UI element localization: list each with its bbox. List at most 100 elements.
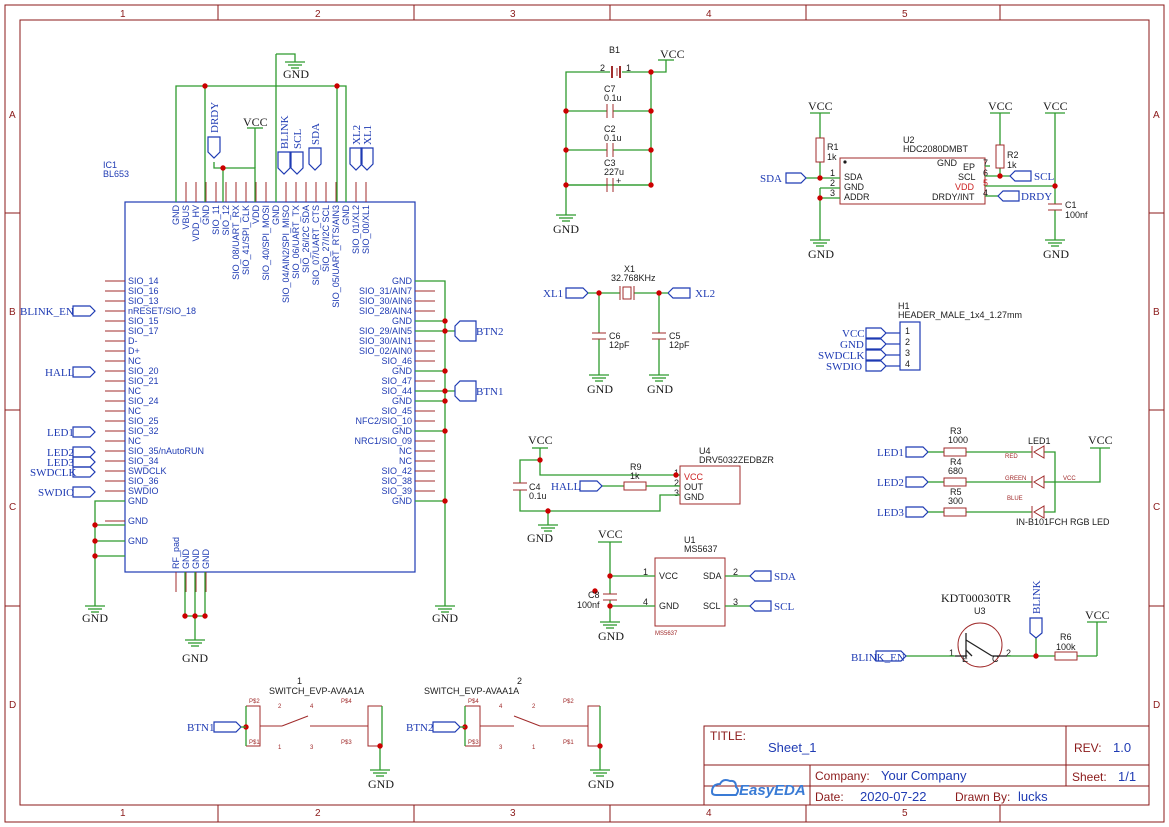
net-xl1-ic1: XL1 <box>362 125 374 145</box>
c1-value: 100nf <box>1065 210 1088 220</box>
sw2-ref: 2 <box>517 676 522 686</box>
net-btn1-sw: BTN1 <box>187 722 215 734</box>
ic1-right-pin: GND <box>392 316 413 326</box>
h1-pin-1: 1 <box>905 326 910 336</box>
ic1-right-pin: SIO_45 <box>381 406 412 416</box>
u1-pin-sda: SDA <box>703 571 722 581</box>
grid-row-d-right: D <box>1153 700 1160 711</box>
grid-row-a-right: A <box>1153 110 1160 121</box>
ic1-left-pin: GND <box>128 536 149 546</box>
net-sda-u1: SDA <box>774 571 796 583</box>
u2-pin-addr: ADDR <box>844 192 870 202</box>
u2-pin-drdy: DRDY/INT <box>932 192 975 202</box>
ic1-right-pin: NRC1/SIO_09 <box>354 436 412 446</box>
ic1-right-pin: SIO_47 <box>381 376 412 386</box>
x1-value: 32.768KHz <box>611 273 656 283</box>
sw2-p2: P$2 <box>563 699 574 705</box>
grid-col-5-top: 5 <box>902 9 908 20</box>
net-scl-u1: SCL <box>774 601 794 613</box>
ic1-top-pin: GND <box>271 205 281 226</box>
grid-row-d-left: D <box>9 700 16 711</box>
ic1-right-pin: NC <box>399 446 412 456</box>
rev-value: 1.0 <box>1113 740 1131 755</box>
ic1-bottom-pin: GND <box>181 549 191 570</box>
grid-col-4-top: 4 <box>706 9 712 20</box>
sw1-p1: P$1 <box>249 740 260 746</box>
c8-ref: C8 <box>588 590 600 600</box>
net-led3-rgb: LED3 <box>877 507 904 519</box>
ic1-right-pin: SIO_44 <box>381 386 412 396</box>
u2-pin-gnd-r: GND <box>937 158 958 168</box>
ic1-right-pin: SIO_02/AIN0 <box>359 346 412 356</box>
ic1-right-pin: NFC2/SIO_10 <box>355 416 412 426</box>
u1-body[interactable] <box>654 557 726 627</box>
u2-num-2: 2 <box>830 178 835 188</box>
ic1-bottom-wiring <box>184 572 206 640</box>
grid-col-2-bottom: 2 <box>315 808 321 819</box>
grid-row-c-left: C <box>9 502 16 513</box>
net-led1-rgb: LED1 <box>877 447 904 459</box>
sw1-n2: 2 <box>278 704 282 710</box>
sw2-n2: 2 <box>532 704 536 710</box>
sheet-title: Sheet_1 <box>768 740 816 755</box>
sw1-n4: 4 <box>310 704 314 710</box>
vcc-label: VCC <box>243 115 268 129</box>
vcc-label: VCC <box>808 99 833 113</box>
date-value: 2020-07-22 <box>860 789 927 804</box>
gnd-label: GND <box>588 777 614 791</box>
ic1-bottom-pin: RF_pad <box>171 537 181 569</box>
vcc-label: VCC <box>1088 433 1113 447</box>
r1-ref: R1 <box>827 142 839 152</box>
ic1-left-pin: SIO_35/nAutoRUN <box>128 446 204 456</box>
vcc-label: VCC <box>528 433 553 447</box>
ic1-right-pin: GND <box>392 276 413 286</box>
vcc-label: VCC <box>1085 608 1110 622</box>
ic1-top-pin: GND <box>171 205 181 226</box>
sw2-part: SWITCH_EVP-AVAA1A <box>424 686 519 696</box>
sheet-label: Sheet: <box>1072 770 1107 784</box>
b1-pin1: 1 <box>626 63 631 73</box>
gnd-label: GND <box>587 382 613 396</box>
b1-pin2: 2 <box>600 63 605 73</box>
grid-row-b-left: B <box>9 307 16 318</box>
ic1-top-pin: GND <box>201 205 211 226</box>
schematic-sheet: 1 2 3 4 5 1 2 3 4 5 A B C D A B C D IC1 … <box>4 4 1165 823</box>
ic1-left-pin: GND <box>128 516 149 526</box>
vcc-label: VCC <box>988 99 1013 113</box>
sw1-p2: P$2 <box>249 699 260 705</box>
company-label: Company: <box>815 769 870 783</box>
u3-c: C <box>992 654 999 664</box>
u4-pin-gnd: GND <box>684 492 705 502</box>
sheet-value: 1/1 <box>1118 769 1136 784</box>
ic1-right-pin: SIO_30/AIN6 <box>359 296 412 306</box>
ic1-left-pin: SIO_24 <box>128 396 159 406</box>
u1-pin-gnd: GND <box>659 601 680 611</box>
u3-part: KDT00030TR <box>941 591 1011 605</box>
ic1-left-pin: D+ <box>128 346 140 356</box>
ic1-left-pin: GND <box>128 496 149 506</box>
gnd-label: GND <box>598 629 624 643</box>
r6-ref: R6 <box>1060 632 1072 642</box>
net-led1-ic1: LED1 <box>47 427 74 439</box>
ic1-left-pin: SIO_15 <box>128 316 159 326</box>
u2-num-3: 3 <box>830 188 835 198</box>
c5-value: 12pF <box>669 340 690 350</box>
ic1-left-pin: SIO_16 <box>128 286 159 296</box>
ic1-left-pin: NC <box>128 436 141 446</box>
u2-num-1: 1 <box>830 168 835 178</box>
ic1-right-pin: SIO_28/AIN4 <box>359 306 412 316</box>
grid-col-2-top: 2 <box>315 9 321 20</box>
gnd-label: GND <box>553 222 579 236</box>
ic1-top-pin: SIO_12 <box>221 205 231 236</box>
gnd-label: GND <box>368 777 394 791</box>
grid-col-1-bottom: 1 <box>120 808 126 819</box>
net-blink-en-ic1: BLINK_EN <box>20 306 74 318</box>
u4-part: DRV5032ZEDBZR <box>699 455 774 465</box>
company-value: Your Company <box>881 768 967 783</box>
led1-green: GREEN <box>1005 476 1026 482</box>
u3-e: E <box>962 654 968 664</box>
c6-value: 12pF <box>609 340 630 350</box>
sw1-wiring <box>245 706 383 770</box>
u2-pin-scl: SCL <box>958 172 976 182</box>
ic1-left-pin: SIO_13 <box>128 296 159 306</box>
